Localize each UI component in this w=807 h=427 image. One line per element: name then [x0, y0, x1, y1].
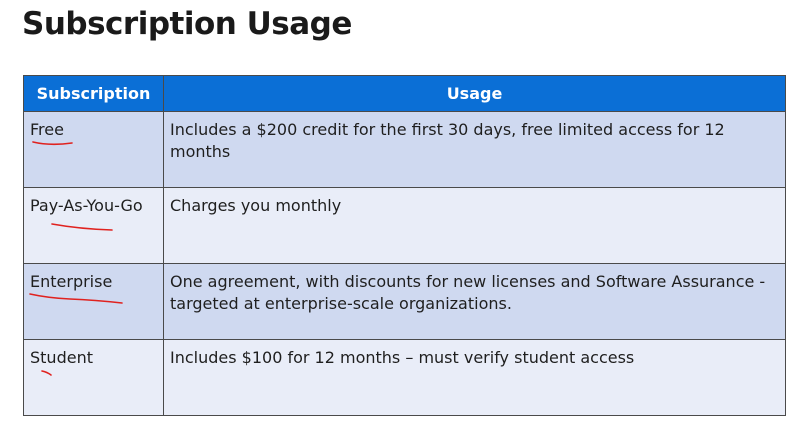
subscription-cell: Free [23, 111, 164, 188]
usage-cell: Includes a $200 credit for the first 30 … [163, 111, 786, 188]
table-row: Enterprise One agreement, with discounts… [23, 263, 786, 340]
table-header-row: Subscription Usage [23, 75, 786, 112]
usage-cell: Includes $100 for 12 months – must verif… [163, 339, 786, 416]
subscription-cell: Student [23, 339, 164, 416]
header-subscription: Subscription [23, 75, 164, 112]
table-row: Pay-As-You-Go Charges you monthly [23, 187, 786, 264]
subscription-name: Enterprise [30, 272, 113, 291]
subscription-usage-table: Subscription Usage Free Includes a $200 … [23, 75, 786, 416]
usage-cell: Charges you monthly [163, 187, 786, 264]
slide-title: Subscription Usage [22, 6, 352, 42]
table-row: Free Includes a $200 credit for the firs… [23, 111, 786, 188]
subscription-cell: Pay-As-You-Go [23, 187, 164, 264]
subscription-cell: Enterprise [23, 263, 164, 340]
usage-cell: One agreement, with discounts for new li… [163, 263, 786, 340]
table-row: Student Includes $100 for 12 months – mu… [23, 339, 786, 416]
header-usage: Usage [163, 75, 786, 112]
subscription-name: Free [30, 120, 64, 139]
subscription-name: Student [30, 348, 93, 367]
subscription-name: Pay-As-You-Go [30, 196, 143, 215]
slide: Subscription Usage Subscription Usage Fr… [0, 0, 807, 427]
